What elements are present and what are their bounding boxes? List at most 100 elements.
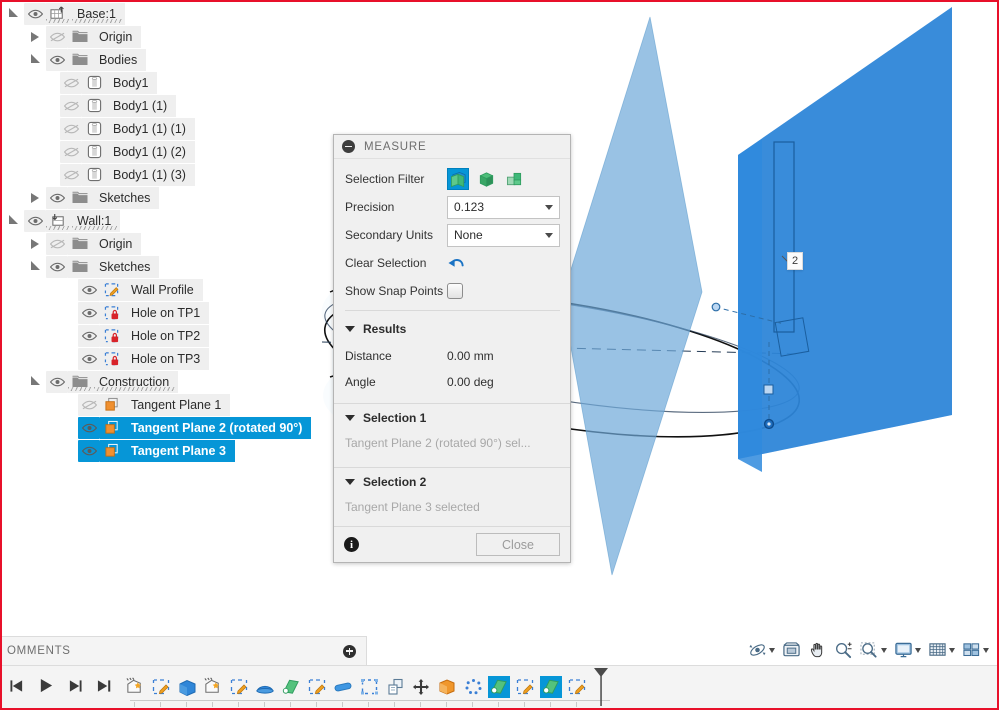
timeline-combine[interactable] xyxy=(436,667,458,707)
tree-item-origin-wall[interactable]: Origin xyxy=(2,232,312,255)
tree-item-wall-1[interactable]: Wall:1 xyxy=(2,209,312,232)
visibility-eye-icon[interactable] xyxy=(46,48,68,71)
timeline-move[interactable] xyxy=(410,667,432,707)
measure-dialog-header[interactable]: MEASURE xyxy=(334,135,570,159)
tree-item-body1-1-3[interactable]: Body1 (1) (3) xyxy=(2,163,312,186)
tree-item-base-1[interactable]: Base:1 xyxy=(2,2,312,25)
chevron-down-icon[interactable] xyxy=(881,647,887,653)
viewport-layout[interactable] xyxy=(960,637,991,663)
results-section-header[interactable]: Results xyxy=(334,315,570,343)
timeline-tangent-plane-3[interactable] xyxy=(540,667,562,707)
chevron-down-icon[interactable] xyxy=(769,647,775,653)
chevron-down-icon[interactable] xyxy=(983,647,989,653)
visibility-eye-icon[interactable] xyxy=(24,209,46,232)
visibility-eye-icon[interactable] xyxy=(46,255,68,278)
expand-toggle-origin-base[interactable] xyxy=(24,31,46,42)
timeline-new-component-2[interactable] xyxy=(202,667,224,707)
tree-item-bodies[interactable]: Bodies xyxy=(2,48,312,71)
tree-item-sketches-base[interactable]: Sketches xyxy=(2,186,312,209)
visibility-eye-icon[interactable] xyxy=(78,278,100,301)
measure-dialog[interactable]: MEASURE Selection Filter Precision 0.123… xyxy=(333,134,571,563)
grid-settings[interactable] xyxy=(926,637,957,663)
timeline-features[interactable] xyxy=(124,667,610,707)
sketch-point-1[interactable] xyxy=(711,302,721,312)
visibility-eye-off-icon[interactable] xyxy=(46,25,68,48)
timeline-extrude-1[interactable] xyxy=(176,667,198,707)
visibility-eye-icon[interactable] xyxy=(46,370,68,393)
go-to-end-button[interactable] xyxy=(96,679,112,696)
tangent-plane-2-surface[interactable] xyxy=(562,17,702,575)
visibility-eye-icon[interactable] xyxy=(78,301,100,324)
pan-tool[interactable] xyxy=(806,637,829,663)
tree-item-tangent-plane-2[interactable]: Tangent Plane 2 (rotated 90°) xyxy=(2,416,312,439)
timeline-sketch-5[interactable] xyxy=(566,667,588,707)
visibility-eye-icon[interactable] xyxy=(78,416,100,439)
tree-item-body1[interactable]: Body1 xyxy=(2,71,312,94)
timeline-circular-pattern[interactable] xyxy=(462,667,484,707)
tree-item-origin-base[interactable]: Origin xyxy=(2,25,312,48)
tree-item-body1-1-1[interactable]: Body1 (1) (1) xyxy=(2,117,312,140)
step-forward-button[interactable] xyxy=(67,679,83,696)
collapse-icon[interactable] xyxy=(342,140,355,153)
sketch-point-3[interactable] xyxy=(763,384,774,395)
tree-item-body1-1[interactable]: Body1 (1) xyxy=(2,94,312,117)
timeline-fillet[interactable] xyxy=(332,667,354,707)
timeline-tangent-plane-1[interactable] xyxy=(280,667,302,707)
show-snap-points-checkbox[interactable] xyxy=(447,283,463,299)
tree-item-sketches-wall[interactable]: Sketches xyxy=(2,255,312,278)
visibility-eye-off-icon[interactable] xyxy=(60,140,82,163)
visibility-eye-off-icon[interactable] xyxy=(60,71,82,94)
tree-item-hole-on-tp1[interactable]: Hole on TP1 xyxy=(2,301,312,324)
browser-tree[interactable]: Base:1 Origin Bodies Body1 Body1 (1) Bod… xyxy=(2,2,312,462)
secondary-units-select[interactable]: None xyxy=(447,223,560,247)
zoom-window-tool[interactable] xyxy=(858,637,889,663)
timeline-new-component-1[interactable] xyxy=(124,667,146,707)
timeline-sketch-3[interactable] xyxy=(306,667,328,707)
expand-toggle-sketches-base[interactable] xyxy=(24,192,46,203)
body-filter-icon[interactable] xyxy=(475,168,497,190)
chevron-down-icon[interactable] xyxy=(545,232,553,238)
tree-item-tangent-plane-1[interactable]: Tangent Plane 1 xyxy=(2,393,312,416)
visibility-eye-off-icon[interactable] xyxy=(60,117,82,140)
face-filter-icon[interactable] xyxy=(447,168,469,190)
precision-select[interactable]: 0.123 xyxy=(447,195,560,219)
tree-item-hole-on-tp2[interactable]: Hole on TP2 xyxy=(2,324,312,347)
visibility-eye-off-icon[interactable] xyxy=(46,232,68,255)
info-icon[interactable]: i xyxy=(344,537,359,552)
comments-panel[interactable]: OMMENTS xyxy=(2,636,367,666)
visibility-eye-off-icon[interactable] xyxy=(60,94,82,117)
orbit-tool[interactable] xyxy=(746,637,777,663)
selection-2-section-header[interactable]: Selection 2 xyxy=(334,468,570,496)
chevron-down-icon[interactable] xyxy=(545,204,553,210)
tree-item-construction[interactable]: Construction xyxy=(2,370,312,393)
visibility-eye-icon[interactable] xyxy=(78,439,100,462)
dimension-label[interactable]: 2 xyxy=(787,252,804,270)
timeline-copy-paste[interactable] xyxy=(384,667,406,707)
tree-item-wall-profile[interactable]: Wall Profile xyxy=(2,278,312,301)
timeline-end-marker[interactable] xyxy=(592,667,610,707)
timeline-sketch-2[interactable] xyxy=(228,667,250,707)
visibility-eye-icon[interactable] xyxy=(46,186,68,209)
timeline-bar[interactable] xyxy=(2,665,997,708)
close-button[interactable]: Close xyxy=(476,533,560,556)
chevron-down-icon[interactable] xyxy=(949,647,955,653)
visibility-eye-icon[interactable] xyxy=(24,2,46,25)
visibility-eye-icon[interactable] xyxy=(78,324,100,347)
play-button[interactable] xyxy=(38,678,54,696)
step-backward-button[interactable] xyxy=(9,679,25,696)
chevron-down-icon[interactable] xyxy=(915,647,921,653)
visibility-eye-off-icon[interactable] xyxy=(78,393,100,416)
display-settings[interactable] xyxy=(892,637,923,663)
expand-toggle-origin-wall[interactable] xyxy=(24,238,46,249)
tree-item-body1-1-2[interactable]: Body1 (1) (2) xyxy=(2,140,312,163)
timeline-revolve[interactable] xyxy=(254,667,276,707)
navigation-bar[interactable] xyxy=(746,635,991,665)
tree-item-tangent-plane-3[interactable]: Tangent Plane 3 xyxy=(2,439,312,462)
timeline-sketch-1[interactable] xyxy=(150,667,172,707)
timeline-sketch-4[interactable] xyxy=(514,667,536,707)
visibility-eye-off-icon[interactable] xyxy=(60,163,82,186)
component-filter-icon[interactable] xyxy=(503,168,525,190)
selection-1-section-header[interactable]: Selection 1 xyxy=(334,404,570,432)
zoom-tool[interactable] xyxy=(832,637,855,663)
timeline-rectangular-pattern[interactable] xyxy=(358,667,380,707)
